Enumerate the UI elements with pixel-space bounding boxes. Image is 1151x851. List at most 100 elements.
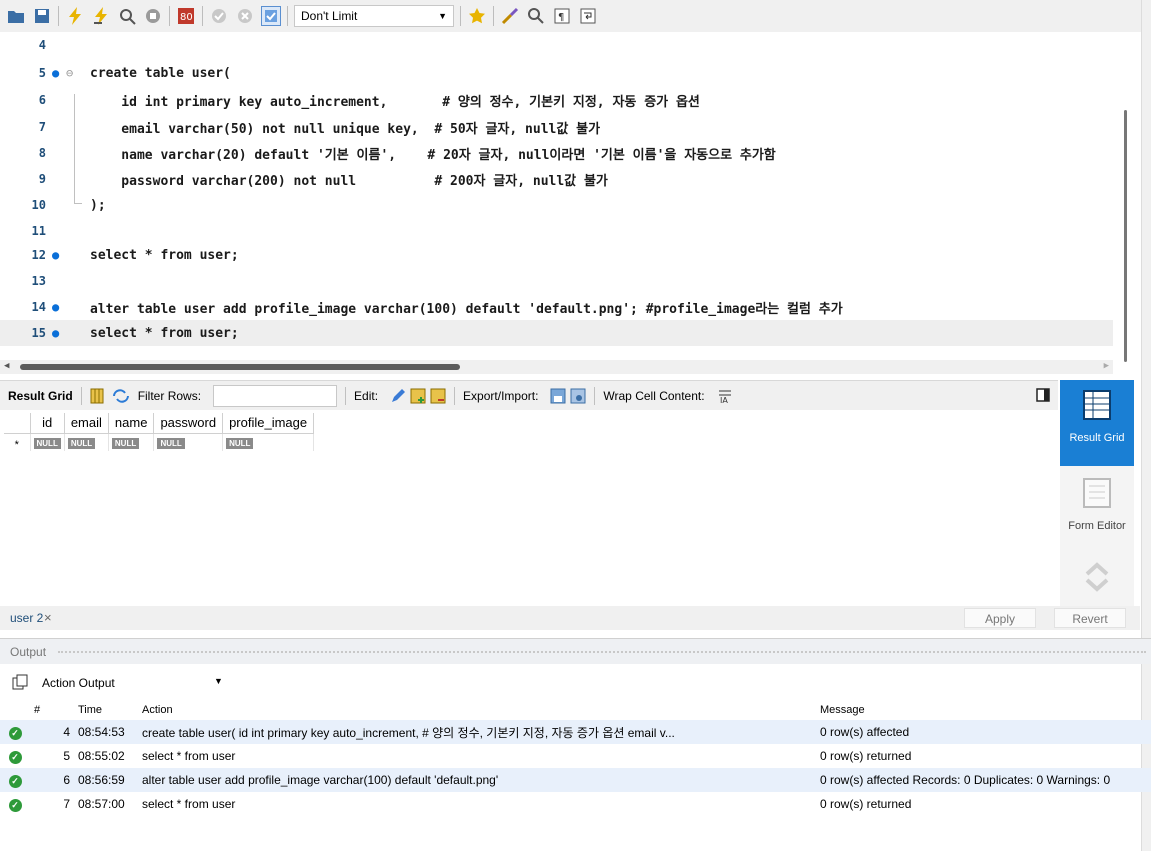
beautify-icon[interactable] <box>500 6 520 26</box>
limit-rows-select[interactable]: Don't Limit ▼ <box>294 5 454 27</box>
export-import-label: Export/Import: <box>463 388 539 403</box>
wrap-cell-icon[interactable]: IA <box>717 388 733 405</box>
scroll-left-icon[interactable]: ◀ <box>4 361 9 371</box>
rollback-icon[interactable] <box>235 6 255 26</box>
folder-open-icon[interactable] <box>6 6 26 26</box>
edit-row-icon[interactable] <box>390 388 406 404</box>
stop-icon[interactable] <box>143 6 163 26</box>
line-number: 13 <box>31 274 46 288</box>
result-grid-view-button[interactable]: Result Grid <box>1060 380 1134 466</box>
toggle-error-icon[interactable]: 80 <box>176 6 196 26</box>
row-message: 0 row(s) returned <box>820 749 912 763</box>
svg-text:¶: ¶ <box>558 12 564 23</box>
row-time: 08:57:00 <box>78 797 125 811</box>
filter-rows-label: Filter Rows: <box>137 388 202 403</box>
result-grid: id email name password profile_image * N… <box>4 413 315 451</box>
grid-cell[interactable]: NULL <box>153 433 224 451</box>
delete-row-icon[interactable] <box>430 388 446 404</box>
line-number: 6 <box>38 93 46 107</box>
code-text: id int primary key auto_increment, # 양의 … <box>90 94 700 110</box>
code-line: 8 name varchar(20) default '기본 이름', # 20… <box>0 140 1113 166</box>
code-line: 6 id int primary key auto_increment, # 양… <box>0 87 1113 113</box>
explain-icon[interactable] <box>117 6 137 26</box>
column-header[interactable]: # <box>30 700 74 720</box>
editor-vertical-scrollbar[interactable] <box>1124 110 1127 362</box>
statement-marker: ● <box>52 300 60 314</box>
code-text: select * from user; <box>90 247 239 263</box>
output-type-select[interactable]: Action Output ▼ <box>8 670 308 696</box>
row-message: 0 row(s) returned <box>820 797 912 811</box>
table-row[interactable]: ✓ 4 08:54:53 create table user( id int p… <box>0 720 1151 744</box>
column-header[interactable]: email <box>64 413 109 434</box>
wrap-icon[interactable] <box>578 6 598 26</box>
row-action: alter table user add profile_image varch… <box>138 768 816 792</box>
null-badge: NULL <box>67 437 96 449</box>
line-number: 5 <box>38 66 46 80</box>
column-header[interactable]: Message <box>816 700 1151 720</box>
column-header[interactable]: id <box>30 413 65 434</box>
wrap-cell-label: Wrap Cell Content: <box>603 388 705 403</box>
code-line: 7 email varchar(50) not null unique key,… <box>0 114 1113 140</box>
find-icon[interactable] <box>526 6 546 26</box>
action-output-table: # Time Action Message ✓ 4 08:54:53 creat… <box>0 700 1151 816</box>
revert-button[interactable]: Revert <box>1054 608 1126 628</box>
save-icon[interactable] <box>32 6 52 26</box>
close-icon[interactable]: × <box>44 610 52 625</box>
row-action: select * from user <box>142 797 236 811</box>
code-line: 11 <box>0 218 1113 244</box>
table-row[interactable]: ✓ 5 08:55:02 select * from user 0 row(s)… <box>0 744 1151 768</box>
null-badge: NULL <box>157 437 185 449</box>
success-check-icon: ✓ <box>8 750 22 764</box>
scroll-right-icon[interactable]: ▶ <box>1104 361 1109 371</box>
toggle-panel-icon[interactable] <box>1036 388 1050 405</box>
result-tab-label[interactable]: user 2 <box>10 611 43 625</box>
apply-button[interactable]: Apply <box>964 608 1036 628</box>
line-number: 11 <box>31 224 46 238</box>
export-icon[interactable] <box>550 388 566 404</box>
table-row[interactable]: * NULL NULL NULL NULL NULL <box>4 433 315 451</box>
bookmark-icon[interactable] <box>467 6 487 26</box>
execute-icon[interactable] <box>65 6 85 26</box>
column-header[interactable]: name <box>108 413 155 434</box>
sql-editor[interactable]: 4 5 ● ⊖ create table user( 6 id int prim… <box>0 32 1140 374</box>
copy-icon[interactable] <box>12 674 28 693</box>
column-header[interactable]: Time <box>74 700 138 720</box>
filter-rows-input[interactable] <box>213 384 338 407</box>
insert-row-icon[interactable] <box>410 388 426 404</box>
grid-cell[interactable]: NULL <box>222 433 315 451</box>
row-action: create table user( id int primary key au… <box>138 720 816 744</box>
scroll-thumb[interactable] <box>20 364 460 370</box>
chevron-down-icon: ▼ <box>438 11 447 21</box>
grid-cell[interactable]: NULL <box>64 433 109 451</box>
grid-layout-icon[interactable] <box>90 388 104 404</box>
grid-cell[interactable]: NULL <box>30 433 65 451</box>
code-line: 4 <box>0 32 1113 58</box>
import-icon[interactable] <box>570 388 586 404</box>
row-number: 7 <box>63 797 70 811</box>
code-line: 9 password varchar(200) not null # 200자 … <box>0 166 1113 192</box>
editor-horizontal-scrollbar[interactable]: ◀ ▶ <box>0 360 1113 374</box>
grid-cell[interactable]: NULL <box>108 433 155 451</box>
table-row[interactable]: ✓ 7 08:57:00 select * from user 0 row(s)… <box>0 792 1151 816</box>
scroll-panel-icon[interactable] <box>1084 562 1110 595</box>
autocommit-icon[interactable] <box>261 6 281 26</box>
column-header[interactable]: Action <box>138 700 816 720</box>
row-action: select * from user <box>142 749 236 763</box>
form-editor-button[interactable]: Form Editor <box>1060 468 1134 554</box>
commit-icon[interactable] <box>209 6 229 26</box>
line-number: 15 <box>31 326 46 340</box>
row-time: 08:55:02 <box>78 749 125 763</box>
fold-toggle-icon[interactable]: ⊖ <box>66 66 73 80</box>
column-header[interactable]: profile_image <box>222 413 315 434</box>
status-cell: ✓ <box>0 792 30 816</box>
table-row[interactable]: ✓ 6 08:56:59 alter table user add profil… <box>0 768 1151 792</box>
column-header[interactable]: password <box>153 413 224 434</box>
code-text: alter table user add profile_image varch… <box>90 301 843 317</box>
toolbar-separator <box>594 386 596 405</box>
refresh-icon[interactable] <box>112 388 130 404</box>
edit-label: Edit: <box>354 388 379 403</box>
row-message: 0 row(s) affected Records: 0 Duplicates:… <box>816 768 1151 792</box>
result-grid-view-label: Result Grid <box>1069 432 1125 444</box>
invisible-chars-icon[interactable]: ¶ <box>552 6 572 26</box>
execute-current-icon[interactable] <box>91 6 111 26</box>
